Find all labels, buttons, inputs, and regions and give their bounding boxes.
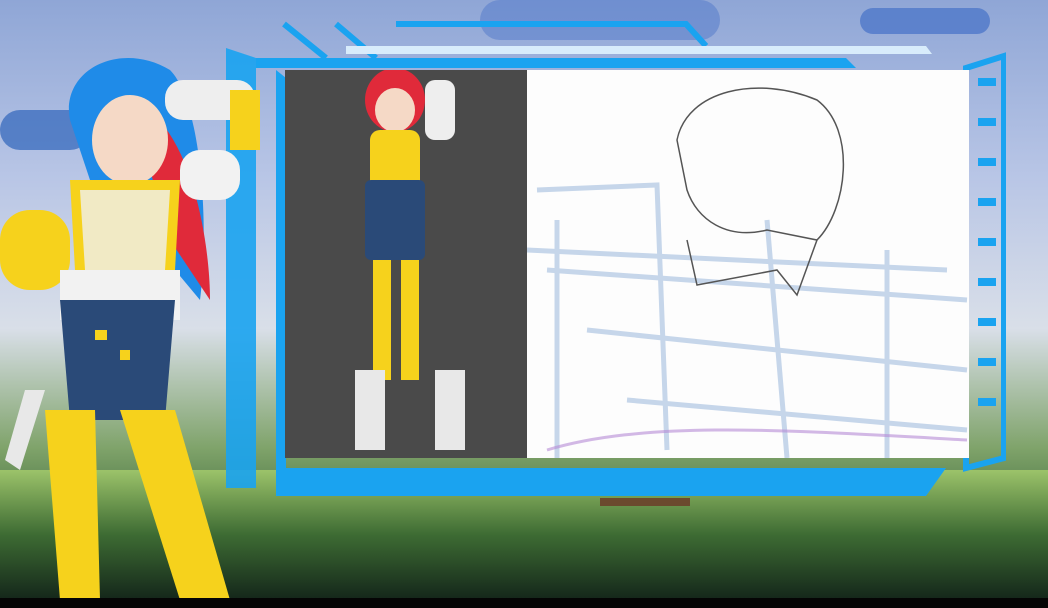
character-3d-model (355, 68, 465, 450)
anime-character-illustration (0, 58, 260, 600)
reference-3d-model-panel (285, 68, 527, 458)
sketch-canvas-panel (527, 70, 969, 458)
bottom-bar (0, 598, 1048, 608)
sketch-drawing (527, 87, 968, 458)
